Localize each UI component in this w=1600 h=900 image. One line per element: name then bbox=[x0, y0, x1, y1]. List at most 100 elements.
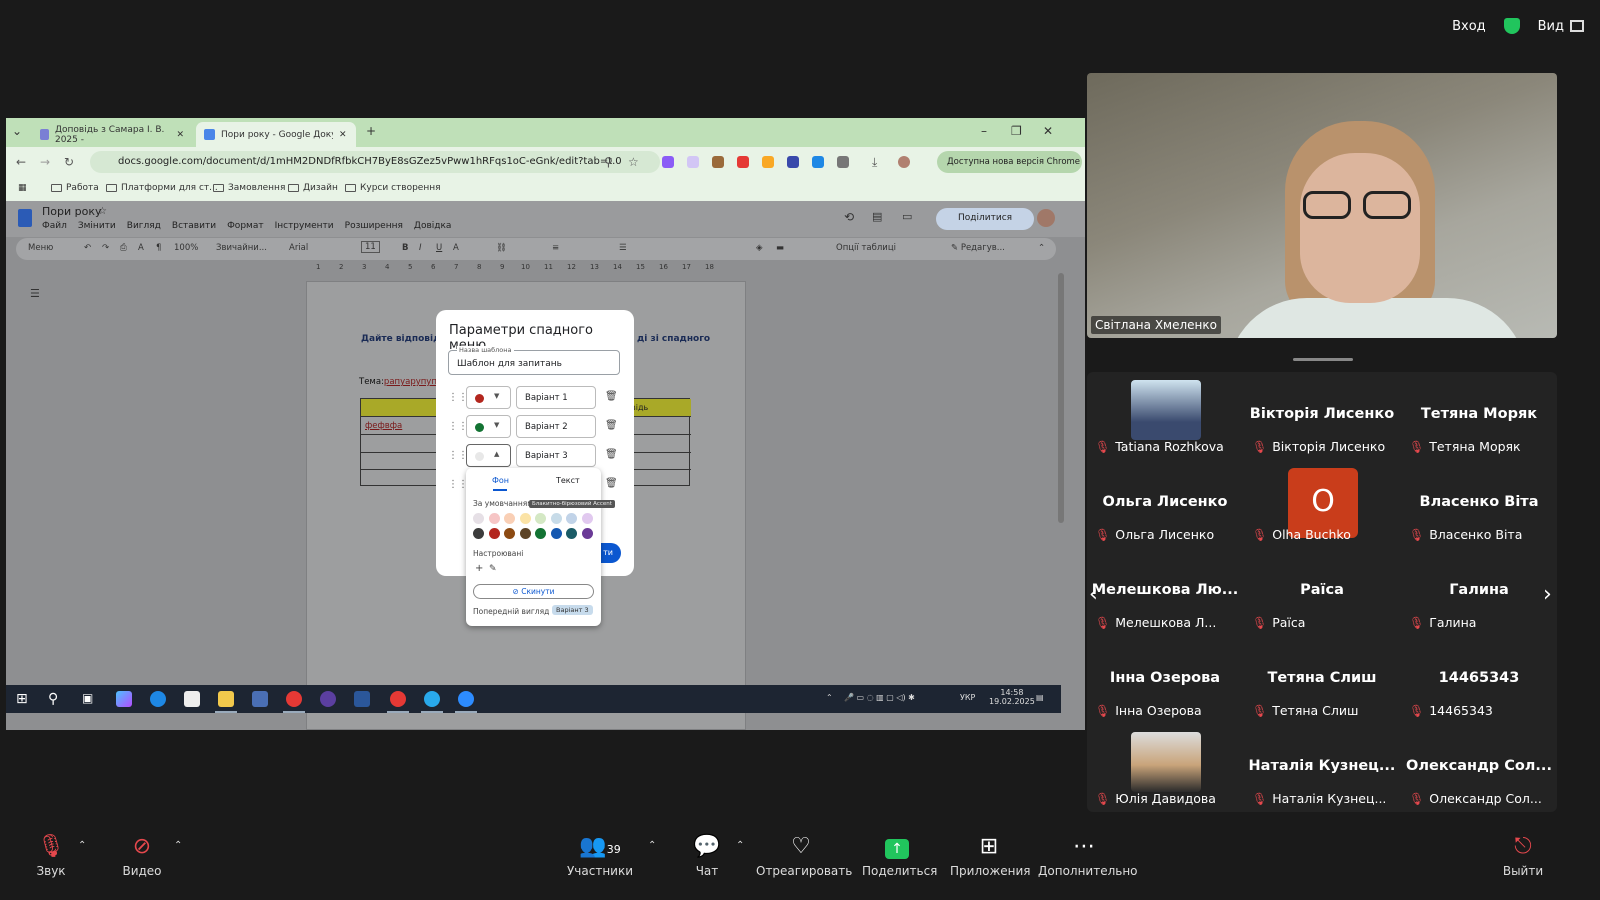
option-input[interactable]: Варіант 1 bbox=[516, 386, 596, 409]
menu-view[interactable]: Вигляд bbox=[127, 221, 161, 231]
option-color-select[interactable]: ▼ bbox=[466, 386, 511, 409]
zoom-app-icon[interactable] bbox=[455, 691, 477, 713]
copilot-icon[interactable] bbox=[116, 691, 132, 707]
participant-tile[interactable]: O 🎙 Olha Buchko bbox=[1244, 460, 1400, 548]
color-swatch[interactable] bbox=[566, 513, 577, 524]
tab-background[interactable]: Фон bbox=[492, 476, 509, 485]
participant-tile[interactable]: 🎙 Tatiana Rozhkova bbox=[1087, 372, 1243, 460]
tab-search-icon[interactable]: ⌄ bbox=[12, 124, 22, 138]
delete-option-icon[interactable]: 🗑 bbox=[605, 420, 618, 431]
participant-tile[interactable]: Інна Озерова 🎙 Інна Озерова bbox=[1087, 636, 1243, 724]
menu-insert[interactable]: Вставити bbox=[172, 221, 216, 231]
border-color-icon[interactable]: ▬ bbox=[776, 243, 784, 253]
option-color-select[interactable]: ▲ bbox=[466, 444, 511, 467]
eyedropper-icon[interactable]: ✎ bbox=[489, 564, 497, 574]
chrome-active-icon[interactable] bbox=[387, 691, 409, 713]
participant-tile[interactable]: Галина 🎙 Галина bbox=[1401, 548, 1557, 636]
bookmark-item[interactable]: Замовлення bbox=[213, 183, 285, 193]
style-select[interactable]: Звичайни... bbox=[216, 243, 267, 253]
menu-tools[interactable]: Інструменти bbox=[275, 221, 334, 231]
user-avatar[interactable] bbox=[1037, 209, 1055, 227]
star-icon[interactable]: ☆ bbox=[98, 206, 107, 217]
minimize-icon[interactable]: – bbox=[981, 124, 987, 138]
delete-option-icon[interactable]: 🗑 bbox=[605, 391, 618, 402]
participant-tile[interactable]: Мелешкова Лю... 🎙 Мелешкова Л... bbox=[1087, 548, 1243, 636]
document-title[interactable]: Пори року bbox=[42, 205, 102, 218]
chrome-update-button[interactable]: Доступна нова версія Chrome bbox=[937, 151, 1082, 173]
extension-icon[interactable] bbox=[737, 156, 749, 168]
table-cell-dropdown-chip[interactable]: фефвфа bbox=[365, 421, 402, 431]
option-input[interactable]: Варіант 2 bbox=[516, 415, 596, 438]
participant-tile[interactable]: Раїса 🎙 Раїса bbox=[1244, 548, 1400, 636]
react-button[interactable]: ♡ Отреагировать bbox=[756, 834, 852, 878]
url-field[interactable]: docs.google.com/document/d/1mHM2DNDfRfbk… bbox=[90, 151, 660, 173]
bookmark-item[interactable]: Работа bbox=[51, 183, 99, 193]
tab-text[interactable]: Текст bbox=[556, 476, 580, 485]
spellcheck-icon[interactable]: A bbox=[138, 243, 144, 253]
tray-overflow-icon[interactable]: ⌃ bbox=[826, 693, 833, 702]
option-input[interactable]: Варіант 3 bbox=[516, 444, 596, 467]
toolbar-menu-search[interactable]: Меню bbox=[28, 243, 53, 253]
bookmark-item[interactable]: Дизайн bbox=[288, 183, 338, 193]
participants-chevron-icon[interactable]: ⌃ bbox=[648, 840, 656, 851]
tab-close-icon[interactable]: ✕ bbox=[176, 130, 184, 140]
active-speaker-video[interactable]: Світлана Хмеленко bbox=[1087, 73, 1557, 338]
bookmark-star-icon[interactable]: ☆ bbox=[628, 155, 639, 169]
template-name-field[interactable]: Назва шаблона Шаблон для запитань bbox=[448, 346, 620, 375]
close-window-icon[interactable]: ✕ bbox=[1043, 124, 1053, 138]
back-icon[interactable]: ← bbox=[16, 155, 26, 169]
comments-icon[interactable]: ▤ bbox=[872, 210, 882, 223]
task-view-icon[interactable]: ▣ bbox=[82, 691, 98, 707]
video-button[interactable]: ⊘ Видео bbox=[118, 834, 166, 878]
link-icon[interactable]: ⛓ bbox=[496, 243, 507, 253]
font-size-field[interactable]: 11 bbox=[361, 241, 380, 253]
notifications-icon[interactable]: ▤ bbox=[1036, 693, 1044, 702]
chat-button[interactable]: 💬 Чат bbox=[690, 834, 724, 878]
extension-icon[interactable] bbox=[712, 156, 724, 168]
participant-tile[interactable]: Олександр Сол... 🎙 Олександр Сол... bbox=[1401, 724, 1557, 812]
browser-tab-2[interactable]: Пори року - Google Документи ✕ bbox=[196, 122, 356, 147]
color-swatch[interactable] bbox=[473, 528, 484, 539]
gallery-prev-icon[interactable]: ‹ bbox=[1089, 582, 1098, 607]
outline-icon[interactable]: ☰ bbox=[30, 287, 40, 300]
share-button[interactable]: Поділитися bbox=[936, 208, 1034, 230]
participant-tile[interactable]: 🎙 Юлія Давидова bbox=[1087, 724, 1243, 812]
color-swatch[interactable] bbox=[519, 528, 531, 539]
drag-handle-icon[interactable]: ⋮⋮ bbox=[448, 450, 468, 461]
participants-button[interactable]: 👥39 Участники bbox=[566, 834, 634, 878]
color-swatch[interactable] bbox=[581, 528, 593, 539]
zoom-select[interactable]: 100% bbox=[174, 243, 198, 253]
color-swatch[interactable] bbox=[473, 513, 484, 524]
extension-icon[interactable] bbox=[662, 156, 674, 168]
app-icon[interactable] bbox=[320, 691, 336, 707]
color-swatch[interactable] bbox=[581, 513, 593, 524]
restore-icon[interactable]: ❐ bbox=[1011, 124, 1022, 138]
participant-tile[interactable]: Тетяна Слиш 🎙 Тетяна Слиш bbox=[1244, 636, 1400, 724]
participant-tile[interactable]: Тетяна Моряк 🎙 Тетяна Моряк bbox=[1401, 372, 1557, 460]
fill-color-icon[interactable]: ◈ bbox=[756, 243, 763, 253]
more-button[interactable]: ⋯ Дополнительно bbox=[1038, 834, 1138, 878]
windows-start-icon[interactable]: ⊞ bbox=[16, 691, 32, 707]
share-screen-button[interactable]: ↑ Поделиться bbox=[862, 834, 937, 878]
browser-tab-1[interactable]: Доповідь з Самара І. В. 2025 - ✕ bbox=[32, 122, 192, 147]
video-options-chevron-icon[interactable]: ⌃ bbox=[174, 840, 182, 851]
new-tab-icon[interactable]: + bbox=[366, 124, 376, 138]
participant-tile[interactable]: Ольга Лисенко 🎙 Ольга Лисенко bbox=[1087, 460, 1243, 548]
tray-icons[interactable]: 🎤 ▭ ◌ ▥ ▢ ◁) ✱ bbox=[844, 693, 915, 702]
apps-button[interactable]: ⊞ Приложения bbox=[950, 834, 1031, 878]
italic-icon[interactable]: I bbox=[419, 243, 422, 253]
gallery-next-icon[interactable]: › bbox=[1543, 582, 1552, 607]
print-icon[interactable]: ⎙ bbox=[120, 243, 127, 253]
font-select[interactable]: Arial bbox=[289, 243, 308, 253]
audio-options-chevron-icon[interactable]: ⌃ bbox=[78, 840, 86, 851]
color-swatch[interactable] bbox=[550, 528, 562, 539]
list-icon[interactable]: ☰ bbox=[619, 243, 627, 253]
search-icon[interactable]: ⚲ bbox=[48, 691, 64, 707]
chat-chevron-icon[interactable]: ⌃ bbox=[736, 840, 744, 851]
table-options[interactable]: Опції таблиці bbox=[836, 243, 896, 253]
color-swatch[interactable] bbox=[504, 513, 515, 524]
participant-tile[interactable]: Власенко Віта 🎙 Власенко Віта bbox=[1401, 460, 1557, 548]
delete-option-icon[interactable]: 🗑 bbox=[605, 449, 618, 460]
color-swatch[interactable] bbox=[535, 528, 546, 539]
apps-grid-icon[interactable]: ▦ bbox=[18, 183, 27, 193]
